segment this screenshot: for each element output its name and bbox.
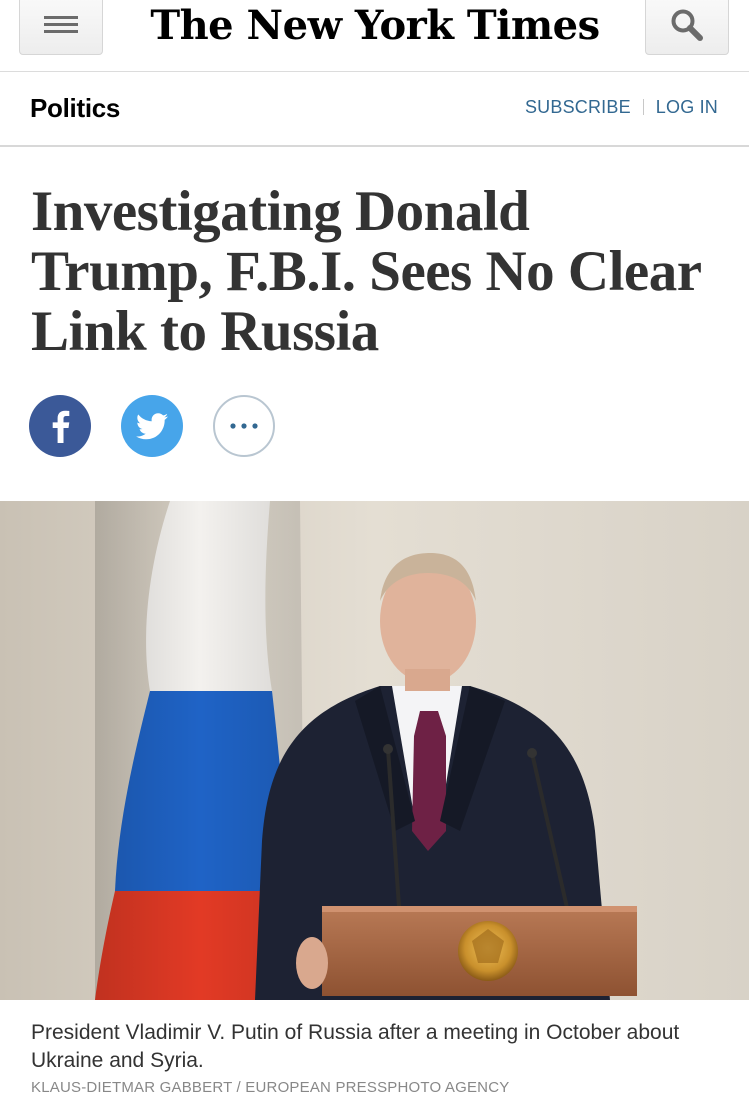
section-bar: Politics SUBSCRIBE LOG IN (0, 72, 749, 147)
subscribe-link[interactable]: SUBSCRIBE (525, 95, 631, 119)
masthead: The New York Times (0, 0, 749, 72)
login-link[interactable]: LOG IN (656, 95, 718, 119)
twitter-icon (136, 412, 168, 439)
photo-credit: KLAUS-DIETMAR GABBERT / EUROPEAN PRESSPH… (31, 1079, 510, 1096)
share-tools (29, 395, 275, 457)
twitter-share-button[interactable] (121, 395, 183, 457)
search-icon (671, 9, 703, 41)
facebook-icon (52, 410, 70, 443)
photo-caption: President Vladimir V. Putin of Russia af… (31, 1021, 680, 1072)
article-photo[interactable] (0, 501, 749, 1000)
link-divider (642, 99, 644, 115)
section-title[interactable]: Politics (30, 92, 120, 124)
more-options-icon (230, 423, 258, 429)
more-share-button[interactable] (213, 395, 275, 457)
facebook-share-button[interactable] (29, 395, 91, 457)
menu-button[interactable] (19, 0, 103, 55)
search-button[interactable] (645, 0, 729, 55)
nyt-logo[interactable]: The New York Times (150, 0, 600, 54)
account-links: SUBSCRIBE LOG IN (525, 95, 718, 119)
article-headline: Investigating Donald Trump, F.B.I. Sees … (31, 180, 701, 363)
hamburger-menu-icon (44, 15, 78, 34)
putin-podium-photo (0, 501, 749, 1000)
